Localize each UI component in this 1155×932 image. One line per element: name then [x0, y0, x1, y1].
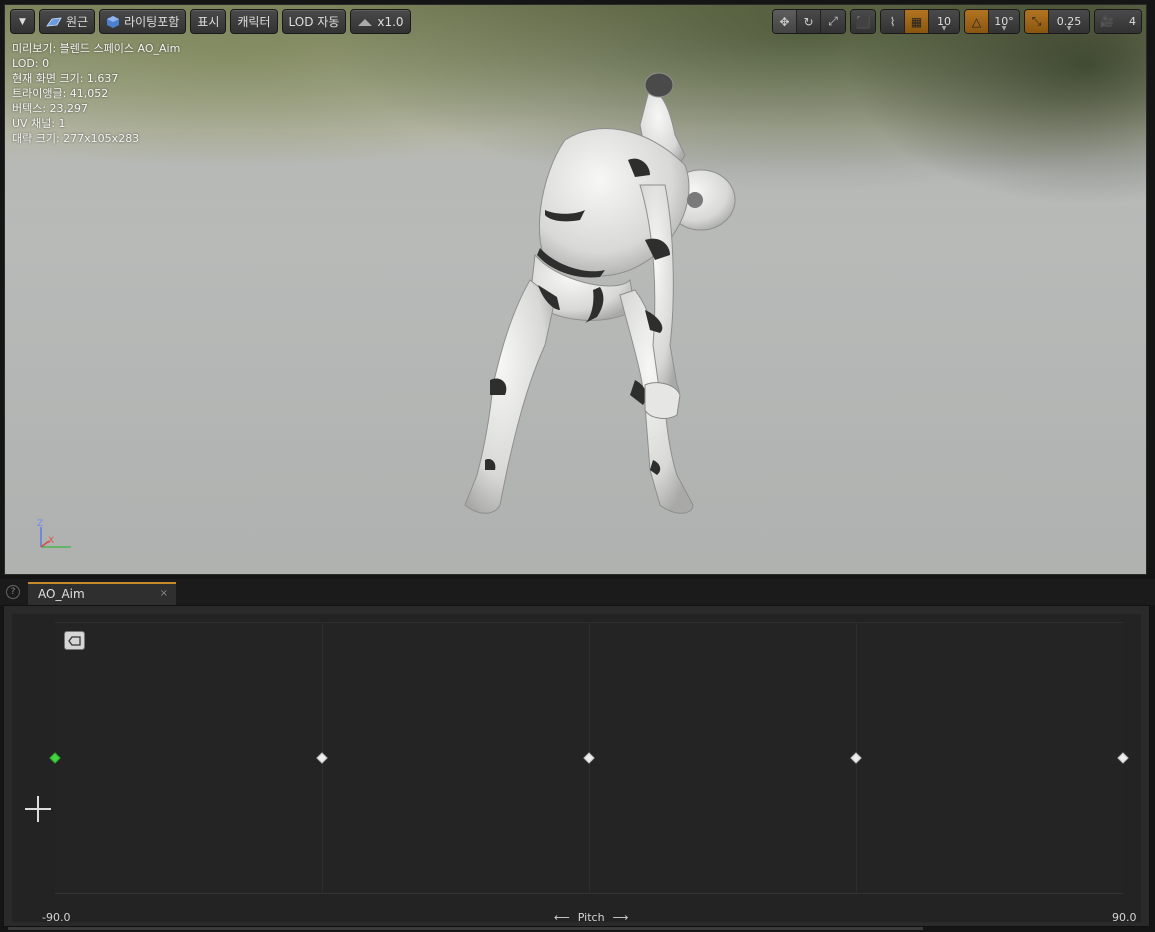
grid-icon: ▦	[910, 14, 923, 29]
axis-x-label: X	[48, 536, 54, 546]
blend-space-grid-area[interactable]: -90.0 ⟵ Pitch ⟶ 90.0	[12, 614, 1141, 924]
viewport-options-dropdown[interactable]: ▼	[10, 9, 35, 34]
camera-speed-value: 4	[1129, 15, 1136, 28]
surface-snap-icon: ⌇	[889, 14, 896, 29]
lighting-mode-label: 라이팅포함	[124, 15, 180, 29]
rotate-mode-button[interactable]: ↻	[797, 10, 821, 33]
preview-crosshair[interactable]	[25, 796, 51, 822]
grid-snap-group: ⌇ ▦ 10 ▼	[880, 9, 960, 34]
viewport-toolbar-left: ▼ 원근 라이팅포함 표시 캐릭터 LOD 자동 x1.0	[10, 9, 411, 34]
perspective-label: 원근	[66, 15, 89, 29]
coordinate-system-group: ⬛	[850, 9, 876, 34]
lit-cube-icon	[107, 15, 120, 28]
editor-tab-bar: ? AO_Aim ×	[0, 579, 1155, 605]
character-button[interactable]: 캐릭터	[230, 9, 278, 34]
x-axis-parameter-label: Pitch	[577, 911, 605, 924]
surface-snap-button[interactable]: ⌇	[881, 10, 905, 33]
axis-gizmo: Z X	[37, 519, 71, 548]
x-axis-max-label: 90.0	[1112, 911, 1137, 924]
chevron-down-icon: ▼	[1066, 25, 1072, 32]
scale-snap-icon: ⤡	[1031, 14, 1042, 28]
camera-speed-group: 🎥 4	[1094, 9, 1142, 34]
close-icon[interactable]: ×	[160, 588, 168, 599]
cube-icon: ⬛	[855, 14, 871, 29]
stats-line: 대략 크기: 277x105x283	[12, 132, 140, 145]
viewport-toolbar-right: ✥ ↻ ⤢ ⬛ ⌇ ▦ 10 ▼ △ 10° ▼ ⤡ 0.25 ▼ 🎥 4	[772, 9, 1142, 34]
rotate-icon: ↻	[803, 14, 814, 29]
character-label: 캐릭터	[237, 15, 271, 29]
x-axis-min-label: -90.0	[42, 911, 71, 924]
stats-line: 트라이앵글: 41,052	[12, 87, 109, 100]
stats-line: LOD: 0	[12, 57, 50, 70]
arrow-left-icon: ⟵	[554, 911, 570, 924]
rotation-snap-toggle[interactable]: △	[965, 10, 989, 33]
grid-snap-value-dropdown[interactable]: 10 ▼	[929, 10, 959, 33]
preview-viewport[interactable]: ▼ 원근 라이팅포함 표시 캐릭터 LOD 자동 x1.0 ✥ ↻ ⤢ ⬛ ⌇ …	[4, 4, 1147, 575]
rotation-snap-value-dropdown[interactable]: 10° ▼	[989, 10, 1019, 33]
translate-mode-button[interactable]: ✥	[773, 10, 797, 33]
tab-ao-aim[interactable]: AO_Aim ×	[28, 582, 176, 605]
local-world-toggle[interactable]: ⬛	[851, 10, 875, 33]
chevron-down-icon: ▼	[1001, 25, 1007, 32]
rotation-snap-group: △ 10° ▼	[964, 9, 1020, 34]
scale-mode-button[interactable]: ⤢	[821, 10, 845, 33]
show-button[interactable]: 표시	[190, 9, 227, 34]
stats-line: 미리보기: 블렌드 스페이스 AO_Aim	[12, 42, 181, 55]
camera-icon: 🎥	[1100, 15, 1114, 28]
camera-speed-dropdown[interactable]: 🎥 4	[1095, 10, 1141, 33]
move-arrows-icon: ✥	[779, 14, 790, 29]
horizontal-scrollbar[interactable]	[8, 927, 923, 930]
scale-snap-toggle[interactable]: ⤡	[1025, 10, 1049, 33]
axis-z-label: Z	[37, 519, 43, 529]
stats-line: 버텍스: 23,297	[12, 102, 89, 115]
x-axis-parameter: ⟵ Pitch ⟶	[554, 911, 628, 924]
blend-space-editor: -90.0 ⟵ Pitch ⟶ 90.0	[3, 605, 1150, 927]
tag-icon	[68, 635, 81, 646]
tab-label: AO_Aim	[38, 587, 85, 601]
persona-editor-window: ▼ 원근 라이팅포함 표시 캐릭터 LOD 자동 x1.0 ✥ ↻ ⤢ ⬛ ⌇ …	[0, 0, 1155, 932]
mannequin-model	[464, 72, 736, 514]
angle-icon: △	[971, 14, 982, 29]
speed-icon	[358, 18, 373, 26]
scale-icon: ⤢	[828, 14, 838, 28]
help-icon[interactable]: ?	[6, 585, 20, 599]
arrow-right-icon: ⟶	[612, 911, 629, 924]
playback-speed-button[interactable]: x1.0	[350, 9, 411, 34]
lod-button[interactable]: LOD 자동	[281, 9, 347, 34]
viewport-stats: 미리보기: 블렌드 스페이스 AO_Aim LOD: 0 현재 화면 크기: 1…	[12, 41, 180, 146]
chevron-down-icon: ▼	[19, 16, 26, 27]
lod-label: LOD 자동	[288, 15, 340, 29]
playback-speed-label: x1.0	[377, 14, 404, 29]
scale-snap-group: ⤡ 0.25 ▼	[1024, 9, 1090, 34]
lighting-mode-button[interactable]: 라이팅포함	[99, 9, 187, 34]
scale-snap-value-dropdown[interactable]: 0.25 ▼	[1049, 10, 1089, 33]
show-label: 표시	[197, 15, 220, 29]
transform-mode-group: ✥ ↻ ⤢	[772, 9, 846, 34]
show-animation-names-button[interactable]	[64, 631, 85, 650]
foliage-background	[846, 5, 1146, 205]
perspective-button[interactable]: 원근	[39, 9, 96, 34]
stats-line: 현재 화면 크기: 1.637	[12, 72, 119, 85]
chevron-down-icon: ▼	[941, 25, 947, 32]
grid-snap-toggle[interactable]: ▦	[905, 10, 929, 33]
stats-line: UV 채널: 1	[12, 117, 66, 130]
perspective-icon	[46, 17, 62, 26]
